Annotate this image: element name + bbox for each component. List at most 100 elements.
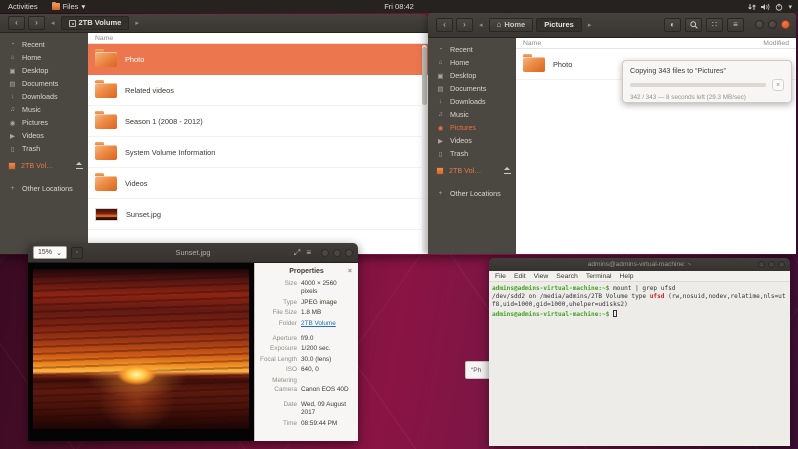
terminal-output[interactable]: admins@admins-virtual-machine:~$ mount |… bbox=[489, 282, 790, 446]
property-row: CameraCanon EOS 40D bbox=[259, 386, 354, 394]
viewer-headerbar: Sunset.jpg 15% ⌄ ▫ ⤢ ≡ bbox=[28, 243, 358, 263]
folder-link[interactable]: 2TB Volume bbox=[301, 320, 354, 328]
column-name[interactable]: Name bbox=[523, 40, 541, 47]
sidebar-item-music[interactable]: ♫Music bbox=[428, 108, 516, 121]
sidebar-item-documents[interactable]: ▤Documents bbox=[428, 82, 516, 95]
caret-down-icon: ▾ bbox=[788, 3, 792, 11]
minimize-button[interactable] bbox=[755, 20, 764, 29]
sidebar-item-trash[interactable]: ▯Trash bbox=[428, 147, 516, 160]
operations-progress-button[interactable]: ◐ bbox=[664, 18, 681, 32]
sidebar-item-recent[interactable]: ◔Recent bbox=[0, 38, 88, 51]
file-row-season-1[interactable]: Season 1 (2008 - 2012) bbox=[88, 106, 428, 137]
menu-terminal[interactable]: Terminal bbox=[586, 273, 612, 280]
system-tray[interactable]: ▾ bbox=[748, 3, 798, 11]
column-modified[interactable]: Modified bbox=[763, 40, 789, 47]
sidebar-item-desktop[interactable]: ▣Desktop bbox=[0, 64, 88, 77]
app-menu[interactable]: Files ▾ bbox=[46, 2, 92, 11]
home-icon: ⌂ bbox=[8, 54, 17, 61]
terminal-titlebar[interactable]: admins@admins-virtual-machine: ~ bbox=[489, 258, 790, 271]
column-headers[interactable]: Name bbox=[88, 33, 428, 44]
minimize-button[interactable] bbox=[321, 249, 329, 257]
command-text: mount | grep ufsd bbox=[609, 285, 675, 292]
file-row-videos[interactable]: Videos bbox=[88, 168, 428, 199]
eject-icon[interactable] bbox=[75, 162, 84, 169]
sidebar-item-recent[interactable]: ◔Recent bbox=[428, 43, 516, 56]
fullscreen-icon[interactable]: ⤢ bbox=[294, 248, 300, 258]
clock[interactable]: Fri 08:42 bbox=[0, 2, 798, 11]
sidebar-item-music[interactable]: ♫Music bbox=[0, 103, 88, 116]
close-button[interactable] bbox=[345, 249, 353, 257]
sidebar-item-downloads[interactable]: ↓Downloads bbox=[0, 90, 88, 103]
sidebar-item-home[interactable]: ⌂Home bbox=[0, 51, 88, 64]
download-icon: ↓ bbox=[436, 98, 445, 105]
property-value: Canon EOS 40D bbox=[301, 386, 354, 394]
grid-view-button[interactable]: ∷ bbox=[706, 18, 723, 32]
sidebar-item-home[interactable]: ⌂Home bbox=[428, 56, 516, 69]
document-icon: ▤ bbox=[436, 85, 445, 93]
sidebar-item-trash[interactable]: ▯Trash bbox=[0, 142, 88, 155]
maximize-button[interactable] bbox=[333, 249, 341, 257]
search-button[interactable] bbox=[685, 18, 702, 32]
column-name[interactable]: Name bbox=[95, 35, 113, 42]
sidebar-item-pictures[interactable]: ◉Pictures bbox=[428, 121, 516, 134]
column-headers[interactable]: Name Modified bbox=[516, 38, 796, 49]
menu-icon[interactable]: ≡ bbox=[306, 248, 311, 257]
path-scroll-right-icon[interactable]: ▸ bbox=[585, 21, 595, 29]
folder-icon bbox=[95, 145, 117, 160]
maximize-button[interactable] bbox=[768, 261, 775, 268]
sidebar-item-desktop[interactable]: ▣Desktop bbox=[428, 69, 516, 82]
property-row: DateWed, 09 August 2017 bbox=[259, 401, 354, 417]
menu-edit[interactable]: Edit bbox=[514, 273, 526, 280]
path-tab-home[interactable]: ⌂ Home bbox=[489, 18, 534, 32]
sunset-photo bbox=[33, 269, 249, 429]
file-row-photo[interactable]: Photo bbox=[88, 44, 428, 75]
maximize-button[interactable] bbox=[768, 20, 777, 29]
sidebar-item-other-locations[interactable]: +Other Locations bbox=[428, 187, 516, 200]
close-button[interactable] bbox=[781, 20, 790, 29]
list-menu-button[interactable]: ≡ bbox=[727, 18, 744, 32]
forward-button[interactable]: › bbox=[456, 18, 473, 32]
file-row-sunset-jpg[interactable]: Sunset.jpg bbox=[88, 199, 428, 230]
file-row-system-volume-information[interactable]: System Volume Information bbox=[88, 137, 428, 168]
path-scroll-right-icon[interactable]: ▸ bbox=[132, 19, 142, 27]
sidebar-item-downloads[interactable]: ↓Downloads bbox=[428, 95, 516, 108]
zoom-dropdown[interactable]: 15% ⌄ bbox=[33, 246, 67, 259]
sidebar-item-pictures[interactable]: ◉Pictures bbox=[0, 116, 88, 129]
sidebar-item-2tb-volume[interactable]: 2TB Vol… bbox=[428, 164, 516, 177]
menu-search[interactable]: Search bbox=[556, 273, 578, 280]
sidebar-item-2tb-volume[interactable]: 2TB Vol… bbox=[0, 159, 88, 172]
minimize-button[interactable] bbox=[758, 261, 765, 268]
path-tab-2tb-volume[interactable]: 2TB Volume bbox=[61, 16, 130, 30]
cancel-copy-button[interactable]: × bbox=[772, 79, 784, 91]
file-name: System Volume Information bbox=[125, 148, 215, 157]
path-scroll-left-icon[interactable]: ◂ bbox=[476, 21, 486, 29]
sidebar-item-label: Desktop bbox=[22, 66, 48, 75]
headerbar-icons: ◐ ∷ ≡ bbox=[664, 18, 744, 32]
play-icon: ▶ bbox=[436, 137, 445, 145]
window-controls bbox=[758, 261, 785, 268]
path-scroll-left-icon[interactable]: ◂ bbox=[48, 19, 58, 27]
path-tab-pictures[interactable]: Pictures bbox=[536, 18, 582, 32]
file-row-related-videos[interactable]: Related videos bbox=[88, 75, 428, 106]
activities-button[interactable]: Activities bbox=[0, 2, 46, 11]
forward-button[interactable]: › bbox=[28, 16, 45, 30]
sidebar-item-documents[interactable]: ▤Documents bbox=[0, 77, 88, 90]
scrollbar[interactable] bbox=[422, 45, 427, 253]
scrollbar-thumb[interactable] bbox=[422, 47, 427, 105]
best-fit-button[interactable]: ▫ bbox=[71, 247, 83, 259]
menu-file[interactable]: File bbox=[495, 273, 506, 280]
close-icon[interactable]: × bbox=[348, 268, 352, 275]
back-button[interactable]: ‹ bbox=[8, 16, 25, 30]
menu-view[interactable]: View bbox=[534, 273, 549, 280]
sidebar-item-other-locations[interactable]: +Other Locations bbox=[0, 182, 88, 195]
window-body: ◔Recent ⌂Home ▣Desktop ▤Documents ↓Downl… bbox=[0, 33, 428, 254]
eject-icon[interactable] bbox=[503, 167, 512, 174]
sidebar-item-videos[interactable]: ▶Videos bbox=[0, 129, 88, 142]
play-icon: ▶ bbox=[8, 132, 17, 140]
menu-help[interactable]: Help bbox=[620, 273, 634, 280]
sidebar-item-videos[interactable]: ▶Videos bbox=[428, 134, 516, 147]
terminal-cursor bbox=[613, 310, 617, 317]
property-label: Focal Length bbox=[259, 356, 297, 364]
close-button[interactable] bbox=[778, 261, 785, 268]
back-button[interactable]: ‹ bbox=[436, 18, 453, 32]
